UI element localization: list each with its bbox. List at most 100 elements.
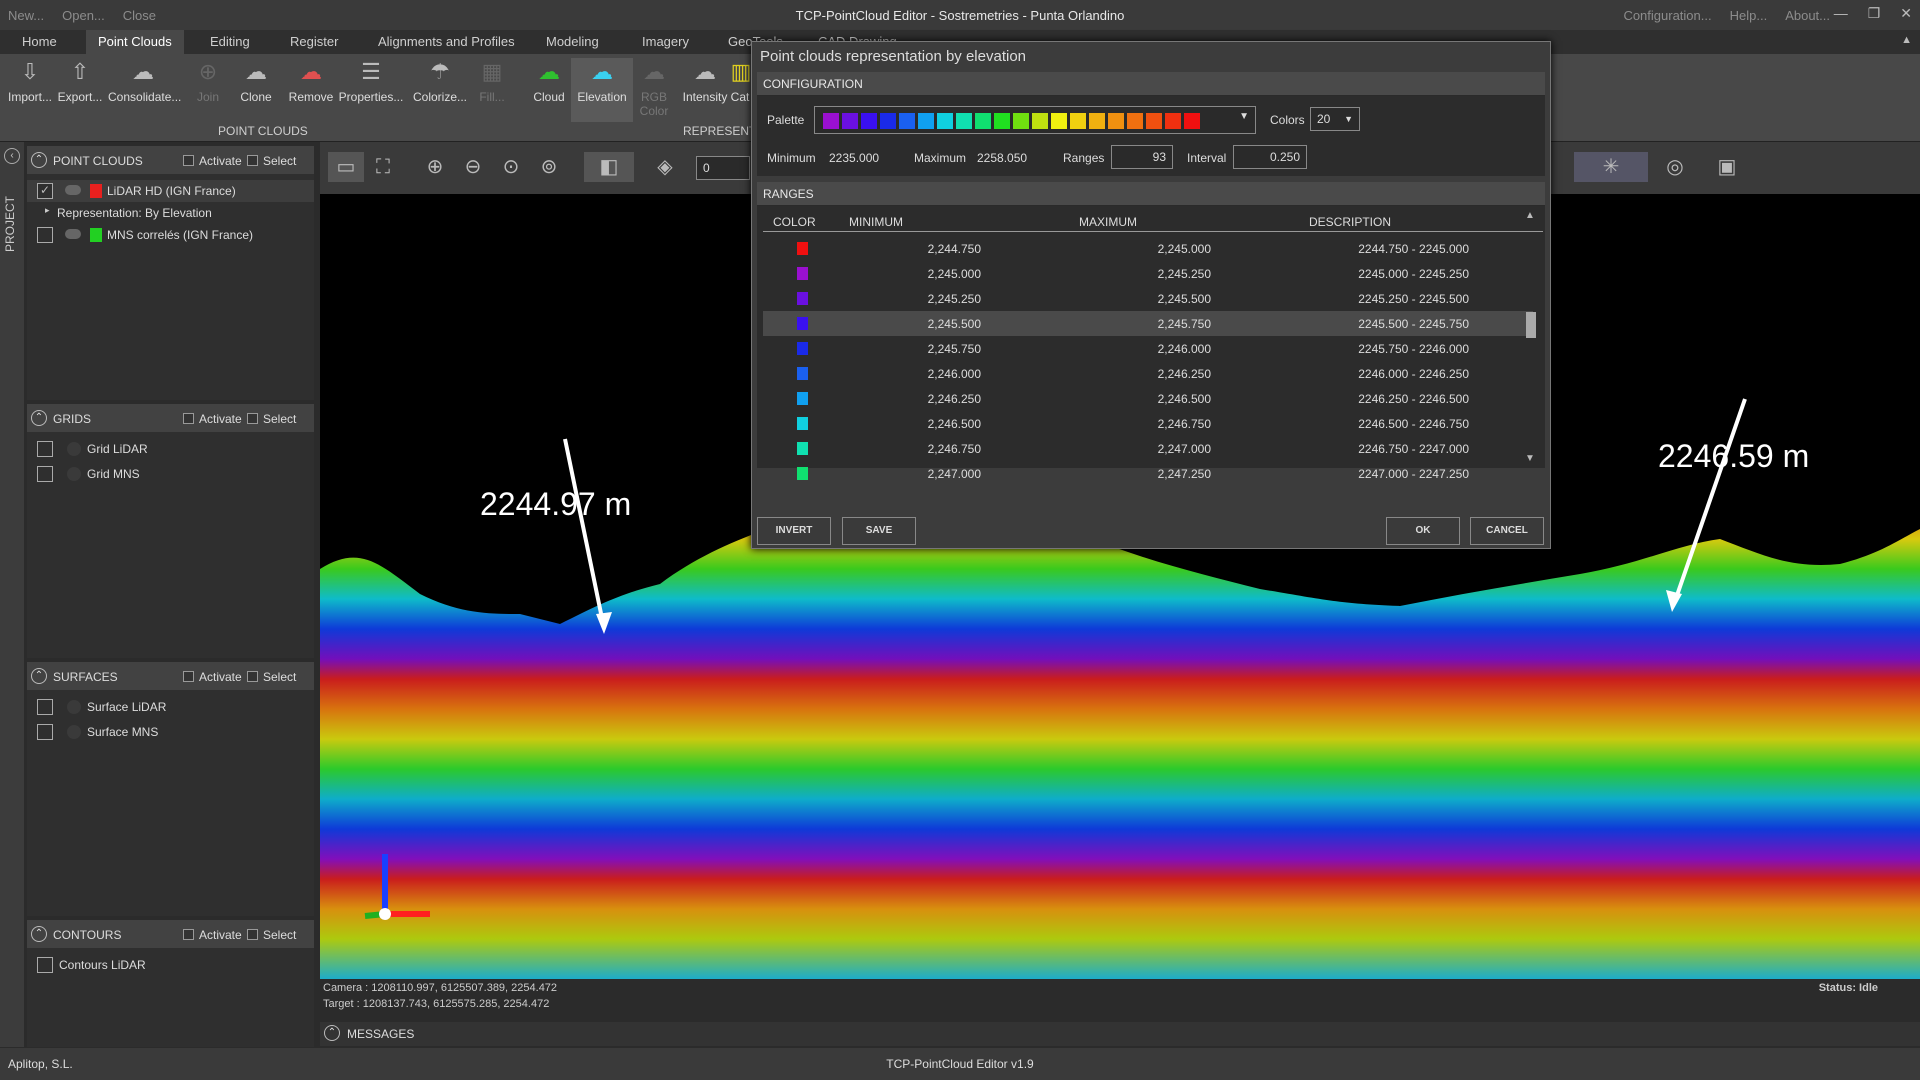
colorize-button[interactable]: ☂ Colorize... <box>410 58 470 104</box>
fill-button[interactable]: ▦ Fill... <box>464 58 520 104</box>
table-row[interactable]: 2,247.000 2,247.250 2247.000 - 2247.250 <box>763 461 1533 486</box>
rgb-color-button[interactable]: ☁ RGB Color <box>636 58 672 118</box>
list-item[interactable]: Contours LiDAR <box>27 954 314 976</box>
table-row[interactable]: 2,246.750 2,247.000 2246.750 - 2247.000 <box>763 436 1533 461</box>
activate-checkbox[interactable] <box>183 929 194 940</box>
representation-row[interactable]: ▸ Representation: By Elevation <box>27 202 314 224</box>
scroll-down-icon[interactable]: ▼ <box>1525 453 1535 464</box>
zoom-window-icon[interactable]: ⊙ <box>496 152 526 182</box>
select-label: Select <box>263 154 297 168</box>
messages-bar[interactable]: ⌃ MESSAGES <box>320 1022 1920 1046</box>
close-window-icon[interactable]: ✕ <box>1900 5 1912 22</box>
collapse-up-icon[interactable]: ⌃ <box>31 152 47 168</box>
layer-checkbox[interactable] <box>37 183 53 199</box>
configuration-link[interactable]: Configuration... <box>1623 8 1711 23</box>
display-icon[interactable]: ▣ <box>1702 152 1752 182</box>
range-description: 2247.000 - 2247.250 <box>1358 467 1469 481</box>
list-item[interactable]: Grid LiDAR <box>27 438 314 460</box>
activate-checkbox[interactable] <box>183 671 194 682</box>
tab-imagery[interactable]: Imagery <box>630 30 701 54</box>
layer-checkbox[interactable] <box>37 441 53 457</box>
layer-checkbox[interactable] <box>37 699 53 715</box>
restore-icon[interactable]: ❐ <box>1868 5 1881 22</box>
interval-input[interactable]: 0.250 <box>1233 145 1307 169</box>
table-row[interactable]: 2,244.750 2,245.000 2244.750 - 2245.000 <box>763 236 1533 261</box>
layer-label: Surface MNS <box>87 725 159 739</box>
layer-input[interactable]: 0 <box>696 156 750 180</box>
layer-checkbox[interactable] <box>37 724 53 740</box>
tab-alignments-profiles[interactable]: Alignments and Profiles <box>366 30 527 54</box>
light-icon[interactable]: ◎ <box>1660 152 1690 182</box>
annotation-right: 2246.59 m <box>1658 438 1810 474</box>
remove-button[interactable]: ☁ Remove <box>283 58 339 104</box>
select-checkbox[interactable] <box>247 155 258 166</box>
table-row[interactable]: 2,245.250 2,245.500 2245.250 - 2245.500 <box>763 286 1533 311</box>
tab-modeling[interactable]: Modeling <box>534 30 611 54</box>
select-tool-icon[interactable]: ▭ <box>328 152 364 182</box>
collapse-ribbon-icon[interactable]: ▲ <box>1901 34 1912 46</box>
zoom-extents-icon[interactable]: ⛶ <box>368 152 398 182</box>
join-icon: ⊕ <box>198 59 218 84</box>
colors-select[interactable]: 20 ▼ <box>1310 107 1360 131</box>
col-color: COLOR <box>773 215 816 229</box>
table-row[interactable]: 2,246.000 2,246.250 2246.000 - 2246.250 <box>763 361 1533 386</box>
cloud-icon <box>65 185 81 195</box>
list-item[interactable]: LiDAR HD (IGN France) <box>27 180 314 202</box>
layer-checkbox[interactable] <box>37 227 53 243</box>
select-checkbox[interactable] <box>247 671 258 682</box>
list-item[interactable]: Surface MNS <box>27 721 314 743</box>
collapse-up-icon[interactable]: ⌃ <box>31 668 47 684</box>
scroll-up-icon[interactable]: ▲ <box>1525 210 1535 221</box>
activate-checkbox[interactable] <box>183 413 194 424</box>
clone-button[interactable]: ☁ Clone <box>228 58 284 104</box>
properties-button[interactable]: ☰ Properties... <box>337 58 405 104</box>
ranges-input[interactable]: 93 <box>1111 145 1173 169</box>
tab-editing[interactable]: Editing <box>198 30 262 54</box>
collapse-up-icon[interactable]: ⌃ <box>31 926 47 942</box>
table-row[interactable]: 2,245.000 2,245.250 2245.000 - 2245.250 <box>763 261 1533 286</box>
list-item[interactable]: Grid MNS <box>27 463 314 485</box>
select-label: Select <box>263 670 297 684</box>
invert-button[interactable]: INVERT <box>757 517 831 545</box>
select-label: Select <box>263 928 297 942</box>
cancel-button[interactable]: CANCEL <box>1470 517 1544 545</box>
expand-icon[interactable]: ▸ <box>45 205 50 216</box>
consolidate-button[interactable]: ☁ Consolidate... <box>108 58 181 104</box>
collapse-up-icon[interactable]: ⌃ <box>31 410 47 426</box>
palette-select[interactable]: ▼ <box>814 106 1256 134</box>
list-item[interactable]: Surface LiDAR <box>27 696 314 718</box>
collapse-project-icon[interactable]: ‹ <box>4 148 20 164</box>
axes-icon[interactable]: ✳ <box>1574 152 1648 182</box>
table-row[interactable]: 2,245.750 2,246.000 2245.750 - 2246.000 <box>763 336 1533 361</box>
tab-register[interactable]: Register <box>278 30 350 54</box>
zoom-out-icon[interactable]: ⊖ <box>458 152 488 182</box>
select-checkbox[interactable] <box>247 413 258 424</box>
scroll-thumb[interactable] <box>1526 312 1536 338</box>
zoom-previous-icon[interactable]: ⊚ <box>534 152 564 182</box>
table-row[interactable]: 2,246.250 2,246.500 2246.250 - 2246.500 <box>763 386 1533 411</box>
minimize-icon[interactable]: — <box>1834 5 1848 22</box>
ok-button[interactable]: OK <box>1386 517 1460 545</box>
about-link[interactable]: About... <box>1785 8 1830 23</box>
select-checkbox[interactable] <box>247 929 258 940</box>
save-button[interactable]: SAVE <box>842 517 916 545</box>
import-button[interactable]: ⇩ Import... <box>2 58 58 104</box>
elevation-button[interactable]: ☁ Elevation <box>571 58 633 122</box>
layer-checkbox[interactable] <box>37 957 53 973</box>
cloud-button[interactable]: ☁ Cloud <box>521 58 577 104</box>
view-cube-icon[interactable]: ◧ <box>584 152 634 182</box>
tab-point-clouds[interactable]: Point Clouds <box>86 30 184 54</box>
layer-checkbox[interactable] <box>37 466 53 482</box>
list-item[interactable]: MNS correlés (IGN France) <box>27 224 314 246</box>
tab-home[interactable]: Home <box>10 30 69 54</box>
export-button[interactable]: ⇧ Export... <box>52 58 108 104</box>
table-row[interactable]: 2,245.500 2,245.750 2245.500 - 2245.750 <box>763 311 1533 336</box>
ranges-scrollbar[interactable]: ▲ ▼ <box>1525 210 1537 464</box>
category-button[interactable]: ▥ Cat <box>726 58 754 104</box>
help-link[interactable]: Help... <box>1730 8 1768 23</box>
layers-icon[interactable]: ◈ <box>650 152 680 182</box>
table-row[interactable]: 2,246.500 2,246.750 2246.500 - 2246.750 <box>763 411 1533 436</box>
zoom-in-icon[interactable]: ⊕ <box>420 152 450 182</box>
activate-checkbox[interactable] <box>183 155 194 166</box>
expand-messages-icon[interactable]: ⌃ <box>324 1025 340 1041</box>
